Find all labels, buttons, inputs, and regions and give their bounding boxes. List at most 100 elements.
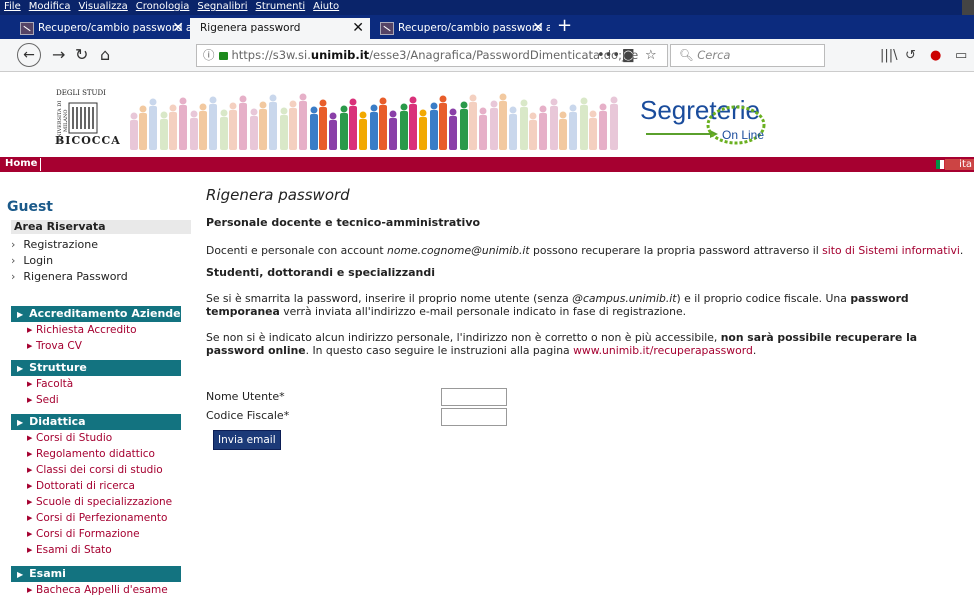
person-figure — [509, 114, 517, 150]
sidebar-item-perfezionamento[interactable]: ▶ Corsi di Perfezionamento — [27, 512, 167, 524]
username-input[interactable] — [441, 388, 507, 406]
sidebar-item-esami-di-stato[interactable]: ▶ Esami di Stato — [27, 544, 112, 556]
person-figure — [599, 111, 607, 150]
person-figure — [370, 104, 378, 112]
person-figure — [569, 104, 577, 112]
person-figure — [559, 119, 567, 150]
sidebar-item-classi[interactable]: ▶ Classi dei corsi di studio — [27, 464, 163, 476]
seg-logo-text: Segreterie — [640, 95, 760, 125]
person-figure — [329, 120, 337, 150]
person-figure — [400, 111, 408, 150]
menu-segnalibri[interactable]: Segnalibri — [193, 0, 251, 12]
person-figure — [610, 104, 618, 150]
language-selector[interactable]: ita — [945, 159, 974, 170]
sidebar-item-bacheca-appelli[interactable]: ▶ Bacheca Appelli d'esame — [27, 584, 168, 596]
codice-fiscale-input[interactable] — [441, 408, 507, 426]
menu-file[interactable]: File — [0, 0, 25, 12]
tab-label: Rigenera password — [200, 22, 301, 34]
person-figure — [220, 109, 228, 117]
menu-aiuto[interactable]: Aiuto — [309, 0, 343, 12]
sistemi-informativi-link[interactable]: sito di Sistemi informativi — [822, 244, 960, 257]
person-figure — [479, 115, 487, 150]
sidebar-item-scuole[interactable]: ▶ Scuole di specializzazione — [27, 496, 172, 508]
students-paragraph-1: Se si è smarrita la password, inserire i… — [206, 292, 966, 318]
menu-visualizza[interactable]: Visualizza — [75, 0, 132, 12]
tab-recupero-1[interactable]: Recupero/cambio password ac ✕ — [10, 18, 190, 39]
send-email-button[interactable]: Invia email — [213, 430, 281, 450]
section-esami[interactable]: ▶ Esami — [11, 566, 181, 582]
person-figure — [359, 111, 367, 119]
menu-modifica[interactable]: Modifica — [25, 0, 75, 12]
recupera-password-link[interactable]: www.unimib.it/recuperapassword — [573, 344, 753, 357]
section-strutture[interactable]: ▶ Strutture — [11, 360, 181, 376]
person-figure — [280, 115, 288, 150]
sidebar-item-dottorati[interactable]: ▶ Dottorati di ricerca — [27, 480, 135, 492]
sidebar-item-rigenera-password[interactable]: › Rigenera Password — [11, 270, 128, 283]
triangle-right-icon: ▶ — [27, 326, 33, 334]
person-figure — [299, 101, 307, 150]
site-favicon-icon — [380, 21, 394, 35]
home-icon[interactable]: ⌂ — [100, 45, 110, 65]
bookmark-star-icon[interactable]: ☆ — [645, 48, 657, 63]
text: . — [752, 344, 757, 357]
sidebar-item-registrazione[interactable]: › Registrazione — [11, 238, 98, 251]
sidebar-item-trova-cv[interactable]: ▶ Trova CV — [27, 340, 82, 352]
menu-strumenti[interactable]: Strumenti — [252, 0, 310, 12]
person-figure — [280, 107, 288, 115]
sidebar-item-sedi[interactable]: ▶ Sedi — [27, 394, 59, 406]
back-button[interactable]: ← — [17, 43, 41, 67]
page-actions-icon[interactable]: ••• — [597, 48, 620, 63]
sidebar-item-regolamento[interactable]: ▶ Regolamento didattico — [27, 448, 155, 460]
triangle-right-icon: ▶ — [17, 418, 24, 427]
page-title: Rigenera password — [206, 186, 350, 204]
section-didattica[interactable]: ▶ Didattica — [11, 414, 181, 430]
menu-cronologia[interactable]: Cronologia — [132, 0, 194, 12]
close-icon[interactable]: ✕ — [352, 18, 364, 39]
section-title: Didattica — [29, 415, 86, 428]
sidebar-item-login[interactable]: › Login — [11, 254, 53, 267]
tab-rigenera[interactable]: Rigenera password ✕ — [190, 18, 370, 39]
ublock-icon[interactable]: ● — [930, 48, 941, 63]
sidebar-toggle-icon[interactable]: ▭ — [955, 48, 967, 63]
section-accreditamento[interactable]: ▶ Accreditamento Aziende — [11, 306, 181, 322]
sidebar-item-corsi-di-studio[interactable]: ▶ Corsi di Studio — [27, 432, 112, 444]
person-figure — [269, 102, 277, 150]
person-figure — [289, 100, 297, 108]
window-minimize-button[interactable] — [962, 0, 974, 15]
person-figure — [349, 98, 357, 106]
close-icon[interactable]: ✕ — [532, 18, 544, 39]
sidebar-item-facolta[interactable]: ▶ Facoltà — [27, 378, 73, 390]
segreterie-online-logo[interactable]: Segreterie On Line — [636, 89, 766, 149]
person-figure — [580, 105, 588, 150]
close-icon[interactable]: ✕ — [172, 18, 184, 39]
person-figure — [220, 117, 228, 150]
section-title: Strutture — [29, 361, 87, 374]
sidebar-item-label: Richiesta Accredito — [36, 324, 137, 336]
person-figure — [509, 106, 517, 114]
site-favicon-icon — [20, 21, 34, 35]
sidebar-item-label: Sedi — [36, 394, 59, 406]
home-link[interactable]: Home — [5, 158, 37, 169]
person-figure — [179, 97, 187, 105]
history-icon[interactable]: ↺ — [905, 48, 916, 63]
forward-button[interactable]: → — [52, 45, 65, 65]
info-icon[interactable]: ⓘ — [203, 48, 215, 62]
person-figure — [460, 101, 468, 109]
sidebar-item-label: Esami di Stato — [36, 544, 112, 556]
person-figure — [340, 105, 348, 113]
university-logo[interactable]: DEGLI STUDI UNIVERSITA DI MILANO BICOCCA — [55, 89, 120, 147]
person-figure — [539, 105, 547, 113]
new-tab-button[interactable]: + — [557, 17, 572, 35]
person-figure — [349, 106, 357, 150]
email-example: nome.cognome@unimib.it — [387, 244, 530, 257]
reload-button[interactable]: ↻ — [75, 45, 88, 65]
tab-recupero-2[interactable]: Recupero/cambio password ac ✕ — [370, 18, 550, 39]
search-input[interactable]: 🔍︎ Cerca — [670, 44, 825, 67]
person-figure — [359, 119, 367, 150]
sidebar-item-formazione[interactable]: ▶ Corsi di Formazione — [27, 528, 140, 540]
pocket-icon[interactable]: ◙ — [622, 48, 635, 63]
sidebar-item-richiesta-accredito[interactable]: ▶ Richiesta Accredito — [27, 324, 137, 336]
person-figure — [490, 108, 498, 150]
person-figure — [370, 112, 378, 150]
library-icon[interactable]: |||\ — [880, 48, 898, 63]
